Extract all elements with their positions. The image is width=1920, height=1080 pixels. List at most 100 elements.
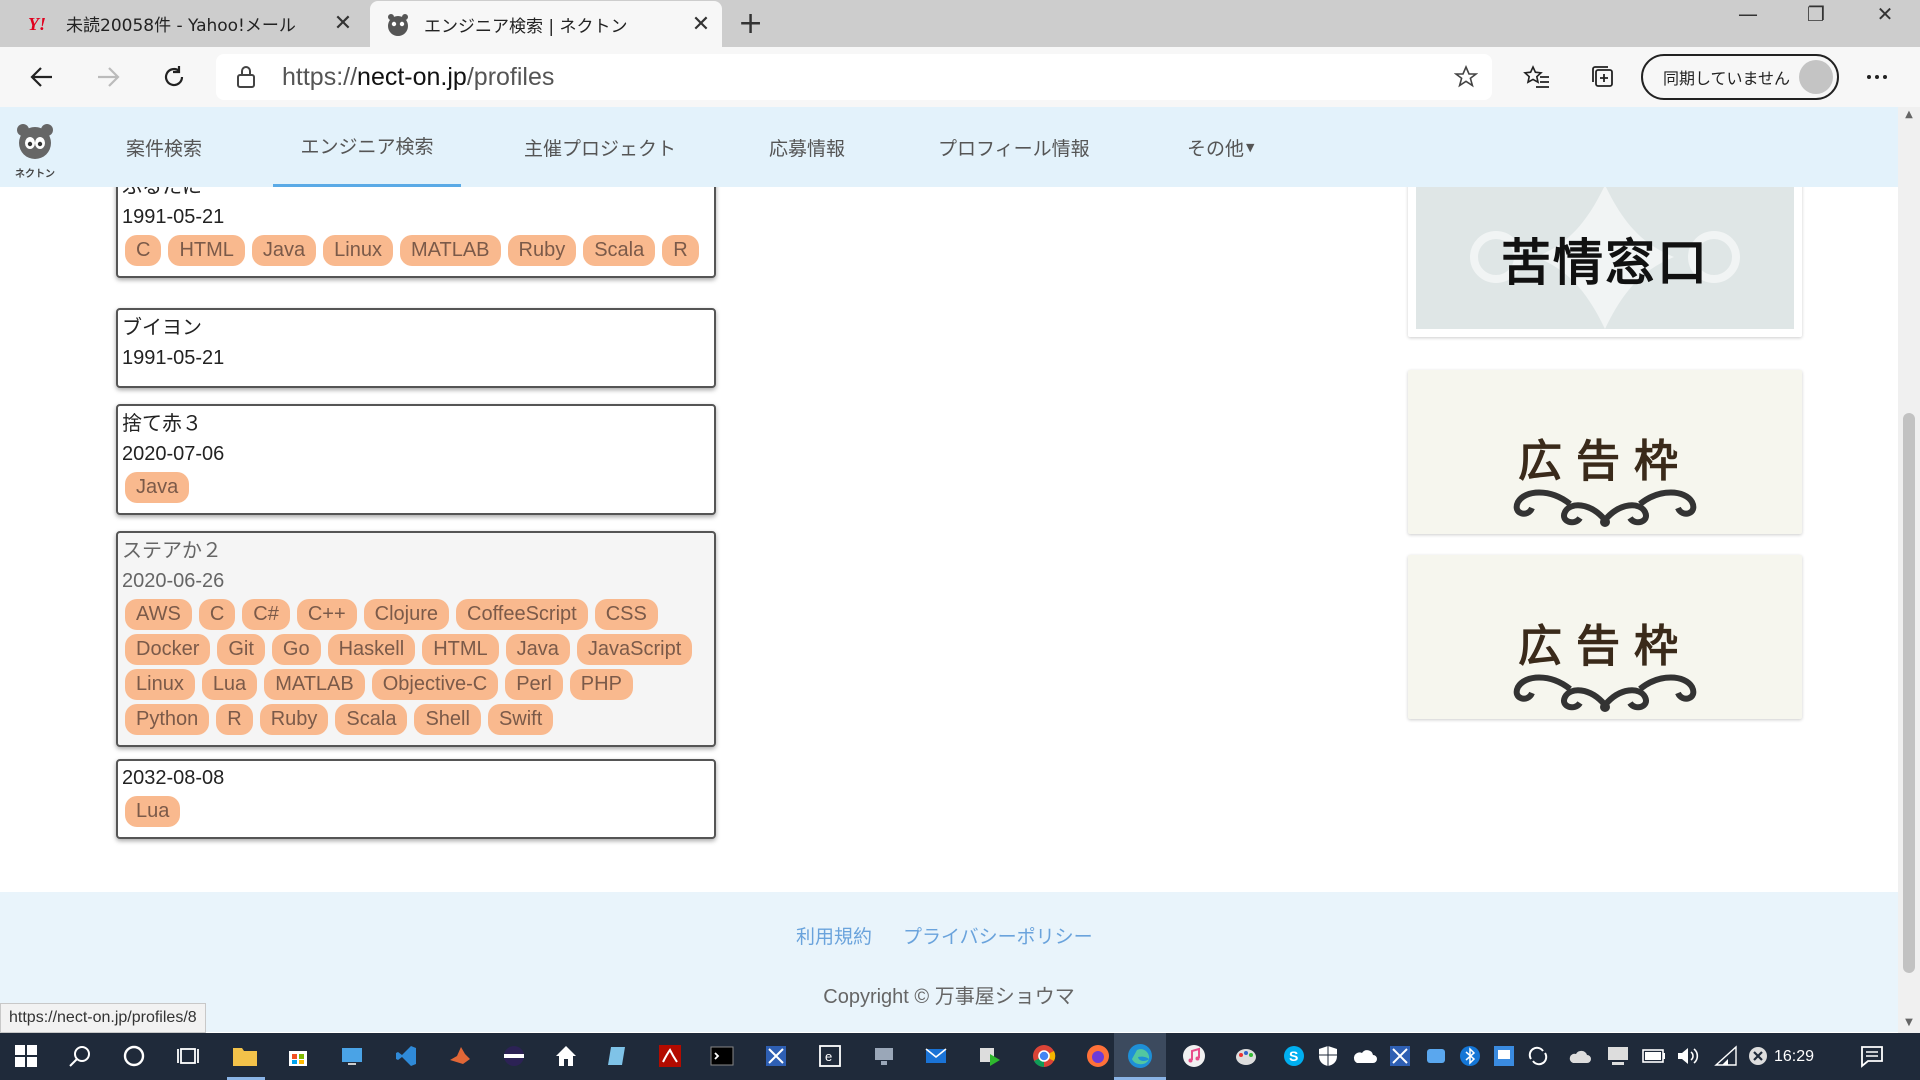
notifications-icon[interactable] (1858, 1042, 1886, 1070)
cloud-sync-icon[interactable] (1422, 1042, 1450, 1070)
profile-card[interactable]: ブイヨン 1991-05-21 (116, 308, 716, 388)
bluetooth-icon[interactable] (1456, 1042, 1484, 1070)
display-app-icon[interactable] (1490, 1042, 1518, 1070)
sync-status-label: 同期していません (1663, 69, 1791, 88)
collections-icon[interactable] (1583, 57, 1623, 97)
skype-icon[interactable]: S (1280, 1042, 1308, 1070)
complaint-window-banner[interactable]: 苦情窓口 (1408, 187, 1802, 337)
scroll-down-icon[interactable]: ▼ (1898, 1017, 1920, 1028)
nav-engineer-search[interactable]: エンジニア検索 (273, 107, 461, 187)
skill-tag: Ruby (507, 235, 577, 266)
edge-legacy-icon[interactable]: e (816, 1042, 844, 1070)
status-bar-url: https://nect-on.jp/profiles/8 (0, 1003, 206, 1033)
back-icon[interactable] (22, 57, 62, 97)
battery-icon[interactable] (1640, 1042, 1668, 1070)
tray-app-icon[interactable] (1386, 1042, 1414, 1070)
close-window-icon[interactable]: ✕ (1855, 2, 1915, 26)
adobe-acrobat-icon[interactable] (656, 1042, 684, 1070)
profile-card[interactable]: ステアか２ 2020-06-26 AWS C C# C++ Clojure Co… (116, 531, 716, 747)
file-explorer-icon[interactable] (231, 1042, 259, 1070)
volume-icon[interactable] (1674, 1042, 1702, 1070)
new-tab-icon[interactable]: + (738, 6, 763, 41)
chrome-icon[interactable] (1030, 1042, 1058, 1070)
complaint-window-text: 苦情窓口 (1501, 234, 1709, 292)
privacy-policy-link[interactable]: プライバシーポリシー (903, 922, 1093, 949)
browser-tab-yahoo[interactable]: Y! 未読20058件 - Yahoo!メール ✕ (12, 0, 364, 47)
nav-profile-info[interactable]: プロフィール情報 (938, 107, 1090, 187)
caret-down-icon: ▼ (1246, 140, 1255, 154)
skill-tag: Objective-C (371, 669, 499, 700)
cortana-icon[interactable] (120, 1042, 148, 1070)
mail-icon[interactable] (922, 1042, 950, 1070)
edge-browser-icon[interactable] (1126, 1042, 1154, 1070)
firefox-icon[interactable] (1084, 1042, 1112, 1070)
svg-text:S: S (1289, 1048, 1298, 1064)
terminal-icon[interactable] (708, 1042, 736, 1070)
ad-slot-1[interactable]: 広告枠 (1408, 370, 1802, 534)
eclipse-icon[interactable] (500, 1042, 528, 1070)
puzzle-app-icon[interactable] (762, 1042, 790, 1070)
profile-date: 2020-07-06 (122, 443, 225, 465)
media-player-icon[interactable] (976, 1042, 1004, 1070)
nav-application-info[interactable]: 応募情報 (769, 107, 845, 187)
page-scrollbar[interactable]: ▲ ▼ (1898, 107, 1920, 1033)
skill-tag: MATLAB (399, 235, 501, 266)
itunes-icon[interactable] (1180, 1042, 1208, 1070)
close-tab-icon[interactable]: ✕ (328, 11, 358, 36)
skill-tags: Java (122, 470, 710, 513)
refresh-icon[interactable] (154, 57, 194, 97)
nav-hosted-projects[interactable]: 主催プロジェクト (524, 107, 676, 187)
notes-app-icon[interactable] (604, 1042, 632, 1070)
url-text: https://nect-on.jp/profiles (282, 62, 555, 91)
more-menu-icon[interactable] (1857, 57, 1897, 97)
favorite-star-icon[interactable] (1453, 64, 1479, 93)
site-footer: 利用規約 プライバシーポリシー Copyright © 万事屋ショウマ (0, 892, 1898, 1032)
forward-icon[interactable] (88, 57, 128, 97)
cloud-icon[interactable] (1566, 1042, 1594, 1070)
store-icon[interactable] (284, 1042, 312, 1070)
address-bar[interactable]: https://nect-on.jp/profiles (216, 54, 1492, 100)
minimize-icon[interactable]: — (1718, 2, 1778, 26)
profile-name: ふるたに (122, 187, 710, 202)
profile-card[interactable]: ふるたに 1991-05-21 C HTML Java Linux MATLAB… (116, 187, 716, 278)
windows-start-icon[interactable] (12, 1042, 40, 1070)
skill-tag: Python (125, 704, 210, 735)
profile-card[interactable]: 2032-08-08 Lua (116, 759, 716, 839)
remote-desktop-icon[interactable] (338, 1042, 366, 1070)
wifi-icon[interactable] (1712, 1042, 1740, 1070)
profile-sync-button[interactable]: 同期していません (1641, 54, 1839, 100)
profile-card[interactable]: 捨て赤３ 2020-07-06 Java (116, 404, 716, 515)
lock-icon[interactable] (236, 65, 256, 93)
skill-tags: AWS C C# C++ Clojure CoffeeScript CSS Do… (122, 597, 710, 745)
paint-icon[interactable] (1232, 1042, 1260, 1070)
skill-tag: Haskell (327, 634, 416, 665)
taskbar-clock[interactable]: 16:29 (1774, 1033, 1814, 1080)
nav-project-search[interactable]: 案件検索 (126, 107, 202, 187)
scroll-up-icon[interactable]: ▲ (1898, 109, 1920, 120)
monitor-icon[interactable] (1604, 1042, 1632, 1070)
nav-other-dropdown[interactable]: その他 ▼ (1187, 107, 1254, 187)
profile-date: 2032-08-08 (122, 767, 225, 789)
browser-toolbar: https://nect-on.jp/profiles 同期していません (0, 47, 1920, 107)
skill-tag: MATLAB (264, 669, 365, 700)
security-shield-icon[interactable] (1314, 1042, 1342, 1070)
close-tab-icon[interactable]: ✕ (686, 12, 716, 37)
task-view-icon[interactable] (174, 1042, 202, 1070)
ad-slot-2[interactable]: 広告枠 (1408, 555, 1802, 719)
browser-tab-engineer-search[interactable]: エンジニア検索 | ネクトン ✕ (370, 1, 722, 48)
network-app-icon[interactable] (870, 1042, 898, 1070)
onedrive-icon[interactable] (1350, 1042, 1378, 1070)
search-icon[interactable] (66, 1042, 94, 1070)
sync-arrows-icon[interactable] (1524, 1042, 1552, 1070)
no-network-icon[interactable] (1744, 1042, 1772, 1070)
windows-taskbar: e S 16:29 (0, 1033, 1920, 1080)
matlab-icon[interactable] (446, 1042, 474, 1070)
favorites-icon[interactable] (1517, 57, 1557, 97)
scrollbar-thumb[interactable] (1903, 413, 1915, 973)
visual-studio-code-icon[interactable] (392, 1042, 420, 1070)
site-logo[interactable]: ネクトン (14, 121, 56, 180)
home-icon[interactable] (552, 1042, 580, 1070)
restore-icon[interactable]: ❐ (1786, 2, 1846, 26)
skill-tag: Lua (125, 796, 181, 827)
terms-link[interactable]: 利用規約 (796, 922, 872, 949)
